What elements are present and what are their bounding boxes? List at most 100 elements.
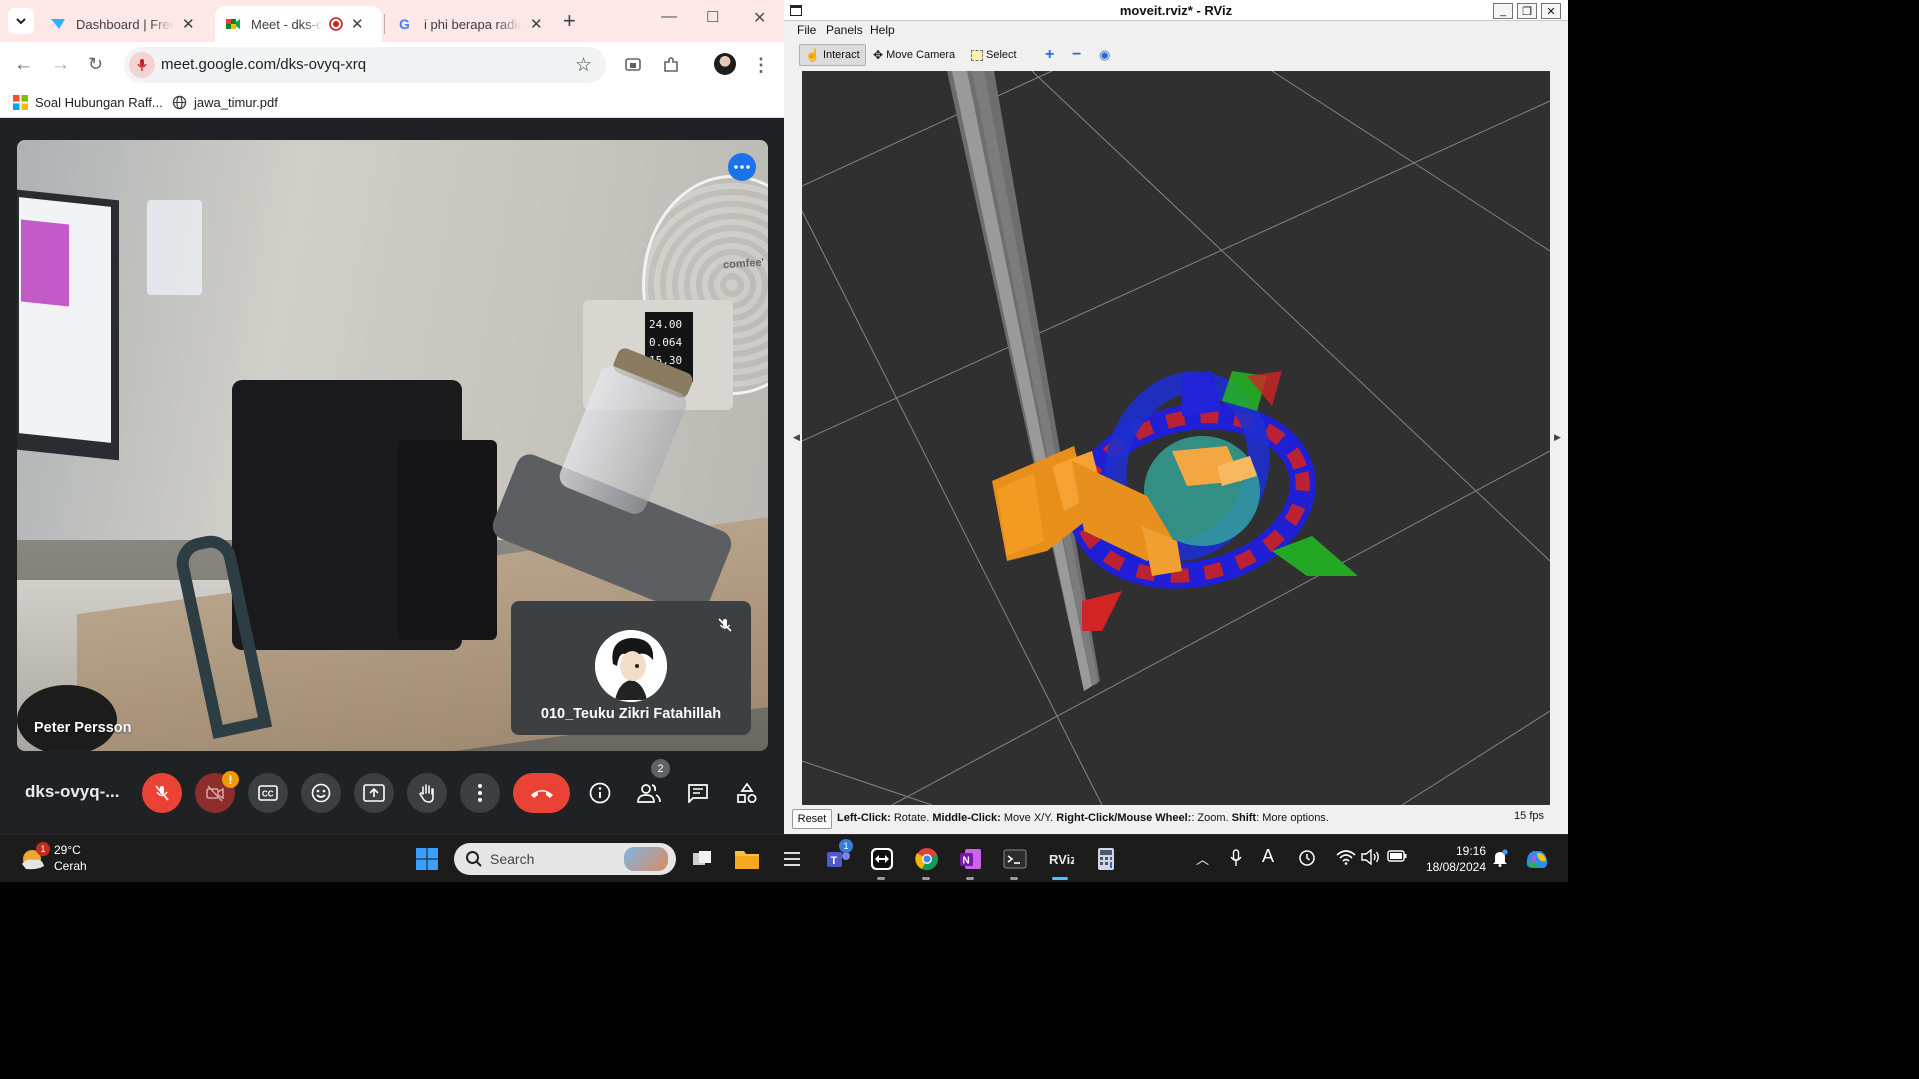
volume-icon[interactable]	[1361, 848, 1381, 869]
bookmark-label: jawa_timur.pdf	[194, 95, 278, 110]
tab-freelancer[interactable]: Dashboard | Freelancer ✕	[40, 6, 212, 42]
address-bar[interactable]: meet.google.com/dks-ovyq-xrq ☆	[124, 47, 606, 83]
reactions-button[interactable]	[301, 773, 341, 813]
rviz-taskbar-icon[interactable]: RViz	[1047, 845, 1075, 873]
show-hidden-icons-chevron-icon[interactable]: ︿	[1196, 849, 1209, 868]
task-view-icon[interactable]	[688, 845, 716, 873]
meeting-code[interactable]: dks-ovyq-...	[25, 782, 119, 802]
close-window-icon[interactable]: ✕	[1541, 3, 1561, 19]
rviz-3d-viewport[interactable]	[802, 71, 1550, 805]
collapse-left-arrow-icon[interactable]: ◀	[793, 432, 800, 443]
url-text[interactable]: meet.google.com/dks-ovyq-xrq	[161, 56, 366, 73]
tile-options-button[interactable]	[728, 153, 756, 181]
input-language-icon[interactable]: A	[1262, 846, 1274, 867]
tab-separator	[384, 14, 385, 34]
google-icon: G	[399, 16, 410, 32]
meet-icon	[226, 19, 240, 29]
teams-icon[interactable]: T 1	[824, 839, 853, 873]
extensions-icon[interactable]	[660, 54, 682, 76]
widgets-icon[interactable]	[778, 845, 806, 873]
running-indicator	[1010, 877, 1018, 880]
search-icon	[466, 851, 482, 867]
profile-avatar[interactable]	[714, 53, 736, 75]
maximize-icon[interactable]: ❐	[1517, 3, 1537, 19]
reload-icon[interactable]: ↻	[88, 54, 103, 75]
tab-strip: Dashboard | Freelancer ✕ Meet - dks-ovyq…	[0, 0, 784, 42]
teamviewer-icon[interactable]	[868, 845, 896, 873]
notification-bell-icon[interactable]	[1492, 849, 1508, 871]
taskbar-clock[interactable]: 19:16 18/08/2024	[1416, 843, 1486, 875]
copilot-icon[interactable]	[1524, 847, 1550, 875]
rviz-status-bar: Reset Left-Click: Rotate. Middle-Click: …	[784, 806, 1568, 834]
running-indicator	[877, 877, 885, 880]
start-button[interactable]	[413, 845, 441, 873]
menu-file[interactable]: File	[797, 23, 816, 37]
tool-select[interactable]: Select	[966, 44, 1022, 66]
windows-logo-icon	[416, 848, 438, 870]
back-arrow-icon[interactable]: ←	[14, 54, 33, 76]
tool-move-camera[interactable]: ✥ Move Camera	[868, 44, 960, 66]
bookmark-item[interactable]: jawa_timur.pdf	[172, 95, 278, 110]
menu-panels[interactable]: Panels	[826, 23, 863, 37]
close-tab-icon[interactable]: ✕	[182, 15, 195, 33]
close-window-icon[interactable]: ✕	[753, 8, 766, 28]
kebab-menu-icon[interactable]: ⋮	[750, 54, 772, 76]
tab-google-search[interactable]: G i phi berapa radian ✕	[388, 6, 556, 42]
bookmark-item[interactable]: Soal Hubungan Raff...	[13, 95, 163, 110]
psu-reading-voltage: 24.00	[649, 318, 683, 331]
globe-icon	[172, 95, 187, 110]
terminal-icon[interactable]	[1001, 845, 1029, 873]
microphone-in-use-icon[interactable]	[1229, 849, 1243, 871]
hang-up-icon	[530, 790, 553, 798]
onenote-icon[interactable]: N	[957, 845, 985, 873]
sync-icon[interactable]	[1298, 849, 1316, 871]
tool-label: Select	[986, 49, 1017, 61]
calculator-icon[interactable]	[1092, 845, 1120, 873]
add-tool-plus-icon[interactable]: +	[1040, 44, 1059, 66]
chrome-icon[interactable]	[913, 845, 941, 873]
minimize-icon[interactable]: _	[1493, 3, 1513, 19]
menu-help[interactable]: Help	[870, 23, 895, 37]
more-vertical-icon	[478, 784, 482, 802]
bookmark-star-icon[interactable]: ☆	[575, 54, 592, 77]
fps-counter: 15 fps	[1514, 810, 1544, 822]
self-view-tile[interactable]: 010_Teuku Zikri Fatahillah	[511, 601, 751, 735]
close-tab-icon[interactable]: ✕	[351, 15, 364, 33]
activities-button[interactable]	[732, 778, 762, 808]
mic-toggle-button[interactable]	[142, 773, 182, 813]
camera-off-icon	[206, 785, 224, 802]
reset-button[interactable]: Reset	[792, 809, 832, 829]
install-app-icon[interactable]	[622, 54, 644, 76]
taskbar-search[interactable]: Search	[454, 843, 676, 875]
closed-captions-icon: CC	[258, 785, 278, 801]
mic-off-icon	[713, 613, 737, 637]
meet-controls-bar: dks-ovyq-... ! CC 2	[0, 756, 784, 834]
more-options-button[interactable]	[460, 773, 500, 813]
weather-widget[interactable]: 1 29°C Cerah	[18, 842, 87, 874]
chat-button[interactable]	[683, 778, 713, 808]
select-box-icon	[971, 49, 983, 61]
raise-hand-button[interactable]	[407, 773, 447, 813]
maximize-icon[interactable]: ☐	[706, 8, 719, 26]
ground-grid	[802, 71, 1550, 805]
minimize-icon[interactable]: —	[661, 8, 677, 26]
tab-search-button[interactable]	[8, 8, 34, 34]
wifi-icon[interactable]	[1336, 849, 1356, 869]
meeting-details-button[interactable]	[585, 778, 615, 808]
video-screen-content	[21, 219, 69, 307]
close-tab-icon[interactable]: ✕	[530, 15, 543, 33]
people-button[interactable]	[634, 778, 664, 808]
tab-meet[interactable]: Meet - dks-ovyq-xrq ✕	[215, 6, 382, 42]
captions-button[interactable]: CC	[248, 773, 288, 813]
forward-arrow-icon[interactable]: →	[51, 54, 70, 76]
remove-tool-minus-icon[interactable]: −	[1067, 44, 1086, 66]
leave-call-button[interactable]	[513, 773, 570, 813]
battery-icon[interactable]	[1387, 849, 1407, 867]
present-button[interactable]	[354, 773, 394, 813]
camera-type-eye-icon[interactable]: ◉	[1094, 44, 1115, 66]
collapse-right-arrow-icon[interactable]: ▶	[1554, 432, 1561, 443]
tool-interact[interactable]: ☝ Interact	[799, 44, 866, 66]
site-mic-icon[interactable]	[129, 52, 155, 78]
file-explorer-icon[interactable]	[733, 845, 761, 873]
new-tab-button[interactable]: +	[563, 8, 576, 34]
